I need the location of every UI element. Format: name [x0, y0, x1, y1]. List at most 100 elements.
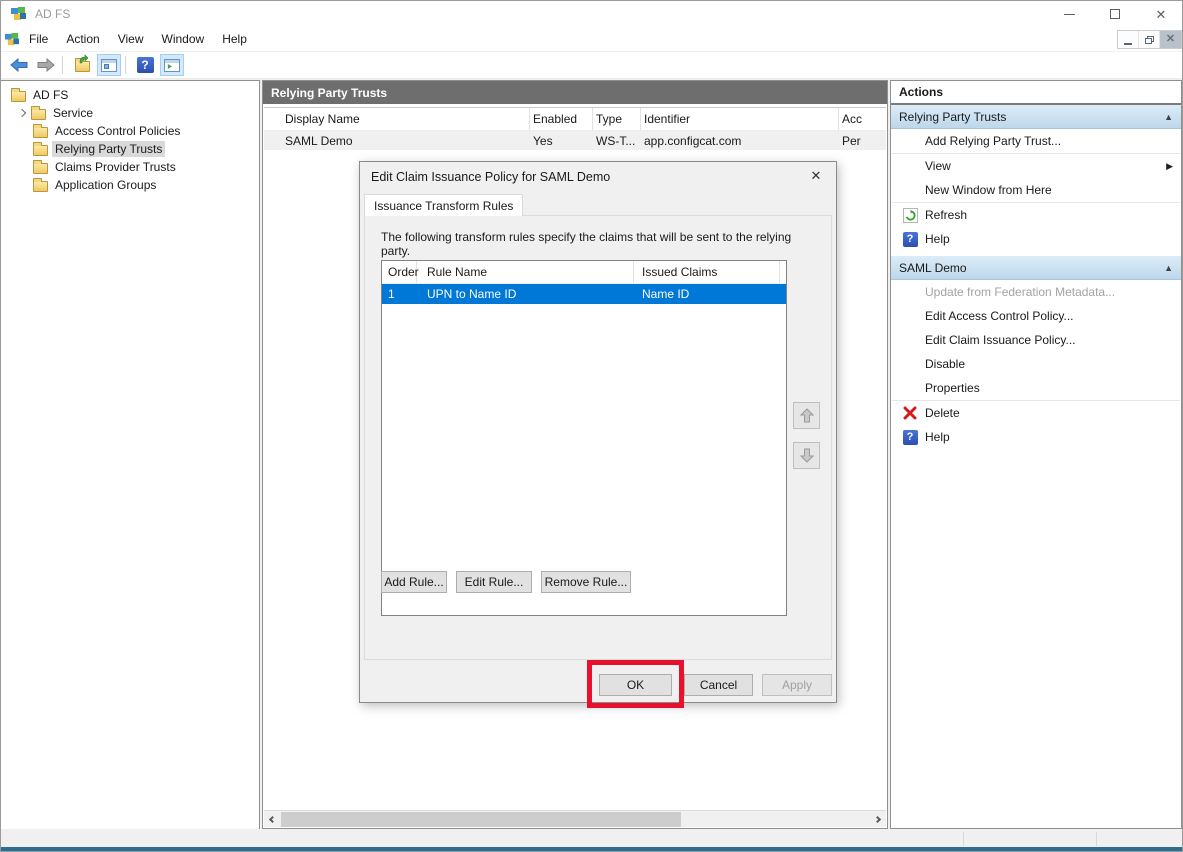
column-identifier[interactable]: Identifier: [641, 108, 839, 130]
window-bottom-edge: [1, 847, 1183, 852]
remove-rule-button[interactable]: Remove Rule...: [541, 571, 631, 593]
minimize-icon: [1064, 14, 1075, 15]
column-issued-claims[interactable]: Issued Claims: [634, 261, 780, 283]
rule-row-upn-to-name-id[interactable]: 1 UPN to Name ID Name ID: [382, 284, 786, 304]
folder-icon: [33, 163, 48, 174]
menu-file[interactable]: File: [20, 28, 57, 50]
folder-icon: [33, 127, 48, 138]
cancel-button[interactable]: Cancel: [684, 674, 753, 696]
statusbar-separator: [1096, 832, 1097, 846]
console-tree-pane-icon: [101, 59, 117, 72]
dialog-tab-content: The following transform rules specify th…: [364, 215, 832, 660]
edit-claim-issuance-policy-dialog: Edit Claim Issuance Policy for SAML Demo…: [359, 161, 837, 703]
toolbar-separator: [125, 56, 126, 74]
chevron-right-icon: [874, 815, 881, 822]
action-icon-slot: [899, 379, 921, 397]
move-rule-down-button[interactable]: [793, 442, 820, 469]
toolbar-separator: [62, 56, 63, 74]
action-edit-claim-issuance-policy[interactable]: Edit Claim Issuance Policy...: [891, 328, 1181, 352]
menu-window[interactable]: Window: [153, 28, 214, 50]
help-icon: ?: [137, 57, 154, 73]
action-new-window-from-here[interactable]: New Window from Here: [891, 178, 1181, 202]
toggle-action-pane-button[interactable]: [160, 54, 184, 76]
tree-item-application-groups[interactable]: Application Groups: [1, 176, 259, 194]
title-bar: AD FS ✕: [1, 1, 1183, 27]
action-pane-icon: [164, 59, 180, 72]
actions-panel: Actions Relying Party Trusts ▲ Add Relyi…: [890, 80, 1182, 829]
column-enabled[interactable]: Enabled: [530, 108, 593, 130]
refresh-icon: [903, 208, 918, 223]
action-add-relying-party-trust[interactable]: Add Relying Party Trust...: [891, 129, 1181, 153]
menu-view[interactable]: View: [109, 28, 153, 50]
scrollbar-thumb[interactable]: [281, 812, 681, 827]
help-icon: ?: [903, 232, 918, 247]
menu-help[interactable]: Help: [213, 28, 256, 50]
move-rule-up-button[interactable]: [793, 402, 820, 429]
column-access-control[interactable]: Acc: [839, 108, 886, 130]
action-edit-access-control-policy[interactable]: Edit Access Control Policy...: [891, 304, 1181, 328]
window-maximize-button[interactable]: [1092, 1, 1138, 27]
adfs-app-icon: [10, 6, 27, 22]
column-order[interactable]: Order: [382, 261, 417, 283]
back-button[interactable]: [7, 54, 31, 76]
horizontal-scrollbar[interactable]: [264, 810, 886, 827]
action-icon-slot: [899, 181, 921, 199]
action-icon-slot: [899, 157, 921, 175]
dialog-close-button[interactable]: ✕: [796, 162, 836, 190]
table-row-saml-demo[interactable]: SAML Demo Yes WS-T... app.configcat.com …: [264, 131, 886, 150]
action-properties[interactable]: Properties: [891, 376, 1181, 400]
action-view[interactable]: View ▶: [891, 154, 1181, 178]
window-minimize-button[interactable]: [1046, 1, 1092, 27]
action-icon-slot: [899, 283, 921, 301]
forward-button[interactable]: [34, 54, 58, 76]
collapse-arrow-icon[interactable]: ▲: [1164, 112, 1173, 122]
action-icon-slot: [899, 331, 921, 349]
help-button[interactable]: ?: [133, 54, 157, 76]
action-icon-slot: [899, 355, 921, 373]
column-type[interactable]: Type: [593, 108, 641, 130]
action-refresh[interactable]: Refresh: [891, 203, 1181, 227]
folder-icon: [33, 181, 48, 192]
apply-button: Apply: [762, 674, 832, 696]
column-rule-name[interactable]: Rule Name: [417, 261, 634, 283]
mdi-restore-button[interactable]: [1139, 31, 1160, 48]
down-arrow-icon: [800, 448, 814, 463]
add-rule-button[interactable]: Add Rule...: [381, 571, 447, 593]
column-display-name[interactable]: Display Name: [264, 108, 530, 130]
annotation-highlight-rectangle: [587, 660, 684, 708]
folder-up-icon: [75, 58, 90, 72]
list-header-row: Display Name Enabled Type Identifier Acc: [264, 108, 886, 131]
menu-action[interactable]: Action: [57, 28, 108, 50]
statusbar-separator: [963, 832, 964, 846]
action-delete[interactable]: Delete: [891, 401, 1181, 425]
collapse-arrow-icon[interactable]: ▲: [1164, 263, 1173, 273]
mdi-window-controls: ✕: [1117, 30, 1182, 49]
chevron-left-icon: [269, 815, 276, 822]
mdi-close-icon: ✕: [1166, 34, 1175, 45]
results-panel-header: Relying Party Trusts: [263, 81, 887, 104]
up-one-level-button[interactable]: [70, 54, 94, 76]
scroll-left-button[interactable]: [264, 811, 281, 828]
expand-chevron-icon[interactable]: [18, 109, 26, 117]
mdi-close-button[interactable]: ✕: [1160, 31, 1181, 48]
tree-item-relying-party-trusts[interactable]: Relying Party Trusts: [1, 140, 259, 158]
tree-item-access-control-policies[interactable]: Access Control Policies: [1, 122, 259, 140]
tab-issuance-transform-rules[interactable]: Issuance Transform Rules: [364, 194, 523, 216]
action-help-group2[interactable]: ? Help: [891, 425, 1181, 449]
actions-group-relying-party-trusts[interactable]: Relying Party Trusts ▲: [891, 105, 1181, 129]
tree-item-adfs[interactable]: AD FS: [1, 86, 259, 104]
toggle-console-tree-button[interactable]: [97, 54, 121, 76]
dialog-description: The following transform rules specify th…: [381, 230, 811, 258]
folder-icon: [31, 109, 46, 120]
action-disable[interactable]: Disable: [891, 352, 1181, 376]
action-help-group1[interactable]: ? Help: [891, 227, 1181, 251]
console-tree-panel: AD FS Service Access Control Policies Re…: [1, 80, 260, 829]
edit-rule-button[interactable]: Edit Rule...: [456, 571, 532, 593]
tree-item-service[interactable]: Service: [1, 104, 259, 122]
actions-group-saml-demo[interactable]: SAML Demo ▲: [891, 256, 1181, 280]
tree-item-claims-provider-trusts[interactable]: Claims Provider Trusts: [1, 158, 259, 176]
scroll-right-button[interactable]: [869, 811, 886, 828]
window-close-button[interactable]: ✕: [1138, 1, 1183, 27]
action-update-from-federation-metadata: Update from Federation Metadata...: [891, 280, 1181, 304]
mdi-minimize-button[interactable]: [1118, 31, 1139, 48]
